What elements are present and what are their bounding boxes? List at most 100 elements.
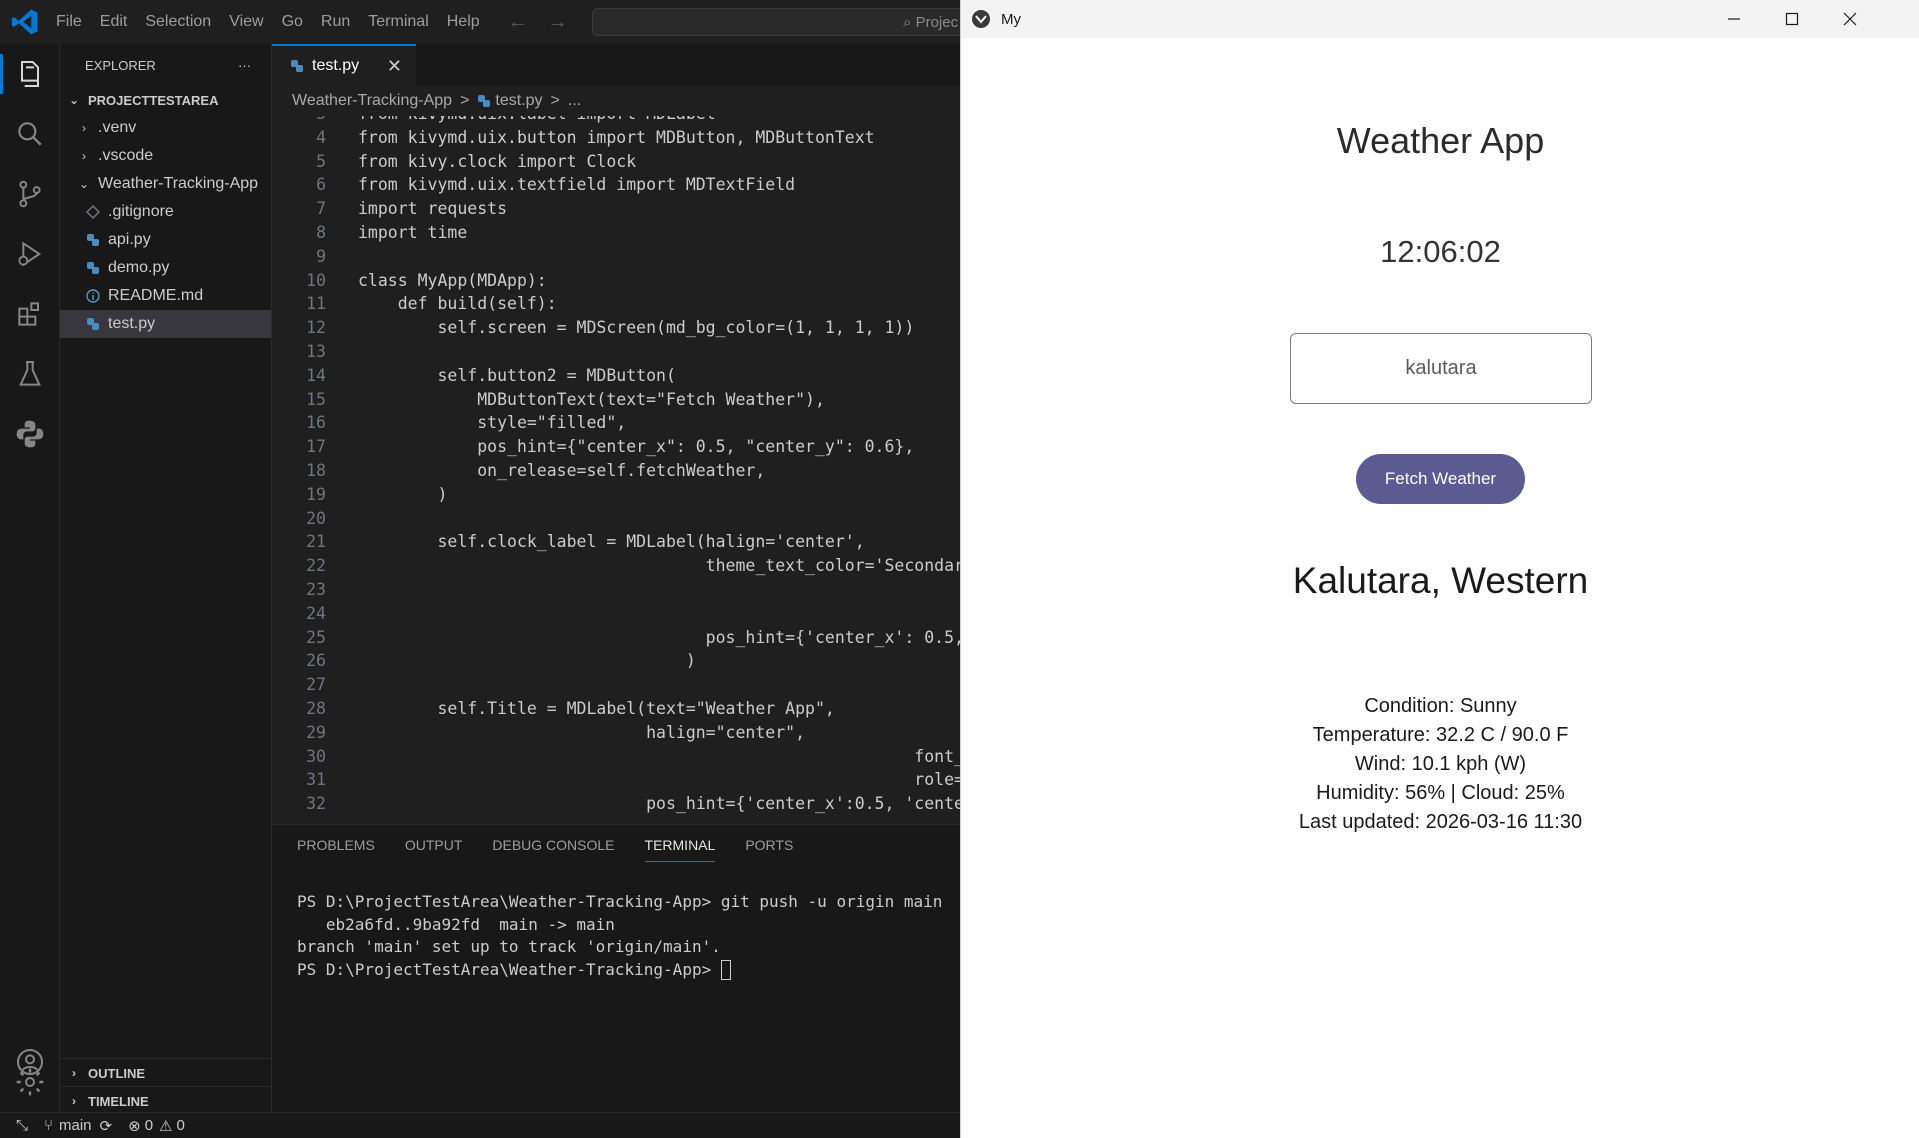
code-line: 24: [272, 602, 960, 626]
condition-text: Condition: Sunny: [1364, 695, 1517, 717]
branch-icon: ⑂: [44, 1117, 54, 1134]
tree-item-gitignore[interactable]: .gitignore: [60, 198, 271, 226]
tree-item-api-py[interactable]: api.py: [60, 226, 271, 254]
terminal-line: eb2a6fd..9ba92fd main -> main: [297, 914, 615, 934]
code-line: 30 font_s: [272, 745, 960, 769]
explorer-sidebar: EXPLORER ··· ⌄ PROJECTTESTAREA › .venv ›…: [60, 44, 272, 1112]
command-center-search[interactable]: ⌕ Projec: [592, 8, 972, 36]
maximize-icon[interactable]: [1763, 0, 1821, 38]
code-text: role=: [358, 770, 960, 790]
line-number: 16: [306, 413, 326, 433]
code-line: 3 from kivymd.uix.label import MDLabel: [272, 116, 960, 126]
line-number: 9: [316, 246, 326, 266]
line-number: 24: [306, 603, 326, 623]
menu-edit[interactable]: Edit: [100, 13, 128, 31]
back-arrow-icon[interactable]: ←: [508, 11, 528, 34]
line-number: 29: [306, 722, 326, 742]
code-text: halign="center",: [358, 722, 806, 742]
menu-selection[interactable]: Selection: [145, 13, 211, 31]
panel-tab-output[interactable]: OUTPUT: [405, 829, 463, 861]
vscode-window: File Edit Selection View Go Run Terminal…: [0, 0, 972, 1138]
terminal-output[interactable]: PS D:\ProjectTestArea\Weather-Tracking-A…: [272, 865, 960, 981]
error-count[interactable]: 0: [145, 1117, 153, 1134]
code-line: 28 self.Title = MDLabel(text="Weather Ap…: [272, 697, 960, 721]
code-line: 21 self.clock_label = MDLabel(halign='ce…: [272, 530, 960, 554]
forward-arrow-icon[interactable]: →: [548, 11, 568, 34]
tree-item-readme[interactable]: README.md: [60, 282, 271, 310]
code-line: 29 halign="center",: [272, 721, 960, 745]
more-actions-icon[interactable]: ···: [238, 58, 251, 73]
python-file-icon: [291, 60, 303, 72]
code-line: 32 pos_hint={'center_x':0.5, 'center_: [272, 792, 960, 816]
app-titlebar: My: [961, 0, 1919, 38]
app-content: Weather App 12:06:02 Fetch Weather Kalut…: [961, 38, 1919, 1138]
project-root[interactable]: ⌄ PROJECTTESTAREA: [60, 86, 271, 114]
info-icon: [86, 289, 100, 303]
code-line: 16 style="filled",: [272, 411, 960, 435]
code-line: 6 from kivymd.uix.textfield import MDText…: [272, 173, 960, 197]
python-file-icon: [87, 318, 99, 330]
code-line: 11 def build(self):: [272, 292, 960, 316]
code-text: pos_hint={'center_x':0.5, 'center_: [358, 794, 960, 814]
tab-test-py[interactable]: test.py ✕: [272, 44, 416, 86]
tree-item-label: README.md: [108, 287, 204, 304]
menu-go[interactable]: Go: [282, 13, 303, 31]
code-line: 15 MDButtonText(text="Fetch Weather"),: [272, 388, 960, 412]
code-text: import requests: [358, 199, 508, 219]
menu-terminal[interactable]: Terminal: [368, 13, 428, 31]
line-number: 32: [306, 794, 326, 814]
tree-item-vscode[interactable]: › .vscode: [60, 142, 271, 170]
menu-run[interactable]: Run: [321, 13, 350, 31]
fetch-weather-button[interactable]: Fetch Weather: [1356, 454, 1525, 504]
tree-item-label: api.py: [108, 231, 151, 248]
tree-item-weather-tracking-app[interactable]: ⌄ Weather-Tracking-App: [60, 170, 271, 198]
code-line: 13: [272, 340, 960, 364]
search-icon[interactable]: [14, 118, 46, 150]
search-text: Projec: [915, 14, 959, 31]
outline-section[interactable]: › OUTLINE: [60, 1058, 272, 1087]
settings-gear-icon[interactable]: [14, 1066, 46, 1098]
python-icon[interactable]: [14, 418, 46, 450]
code-line: 27: [272, 673, 960, 697]
code-line: 25 pos_hint={'center_x': 0.5, ': [272, 626, 960, 650]
code-editor[interactable]: 3 from kivymd.uix.label import MDLabel 4 fr…: [272, 116, 960, 824]
tree-item-venv[interactable]: › .venv: [60, 114, 271, 142]
code-line: 5 from kivy.clock import Clock: [272, 150, 960, 174]
extensions-icon[interactable]: [14, 298, 46, 330]
menu-help[interactable]: Help: [447, 13, 480, 31]
line-number: 15: [306, 389, 326, 409]
menu-view[interactable]: View: [229, 13, 263, 31]
sync-icon[interactable]: ⟳: [100, 1117, 113, 1135]
warning-count[interactable]: 0: [176, 1117, 184, 1134]
line-number: 31: [306, 770, 326, 790]
line-number: 13: [306, 341, 326, 361]
tree-item-test-py[interactable]: test.py: [60, 310, 271, 338]
explorer-title: EXPLORER: [85, 57, 156, 73]
tree-item-demo-py[interactable]: demo.py: [60, 254, 271, 282]
tab-label: test.py: [312, 57, 360, 74]
code-line: 8 import time: [272, 221, 960, 245]
testing-flask-icon[interactable]: [14, 358, 46, 390]
python-file-icon: [87, 262, 99, 274]
minimize-icon[interactable]: [1705, 0, 1763, 38]
breadcrumb-file[interactable]: test.py: [495, 92, 542, 110]
timeline-section[interactable]: › TIMELINE: [60, 1086, 272, 1115]
city-input[interactable]: [1290, 333, 1592, 404]
line-number: 23: [306, 579, 326, 599]
run-debug-icon[interactable]: [14, 238, 46, 270]
panel-tab-ports[interactable]: PORTS: [745, 829, 793, 861]
line-number: 10: [306, 270, 326, 290]
source-control-icon[interactable]: [14, 178, 46, 210]
close-icon[interactable]: ✕: [387, 56, 402, 77]
explorer-files-icon[interactable]: [14, 58, 46, 90]
menu-file[interactable]: File: [56, 13, 82, 31]
panel-tab-debug-console[interactable]: DEBUG CONSOLE: [492, 829, 614, 861]
remote-indicator-icon[interactable]: ⤡: [0, 1113, 44, 1138]
breadcrumb-folder[interactable]: Weather-Tracking-App: [292, 92, 452, 110]
close-window-icon[interactable]: [1821, 0, 1879, 38]
breadcrumb-symbol[interactable]: ...: [568, 92, 581, 110]
branch-name[interactable]: main: [59, 1117, 92, 1134]
chevron-right-icon: ›: [72, 1094, 76, 1108]
panel-tab-problems[interactable]: PROBLEMS: [297, 829, 375, 861]
panel-tab-terminal[interactable]: TERMINAL: [644, 829, 716, 862]
